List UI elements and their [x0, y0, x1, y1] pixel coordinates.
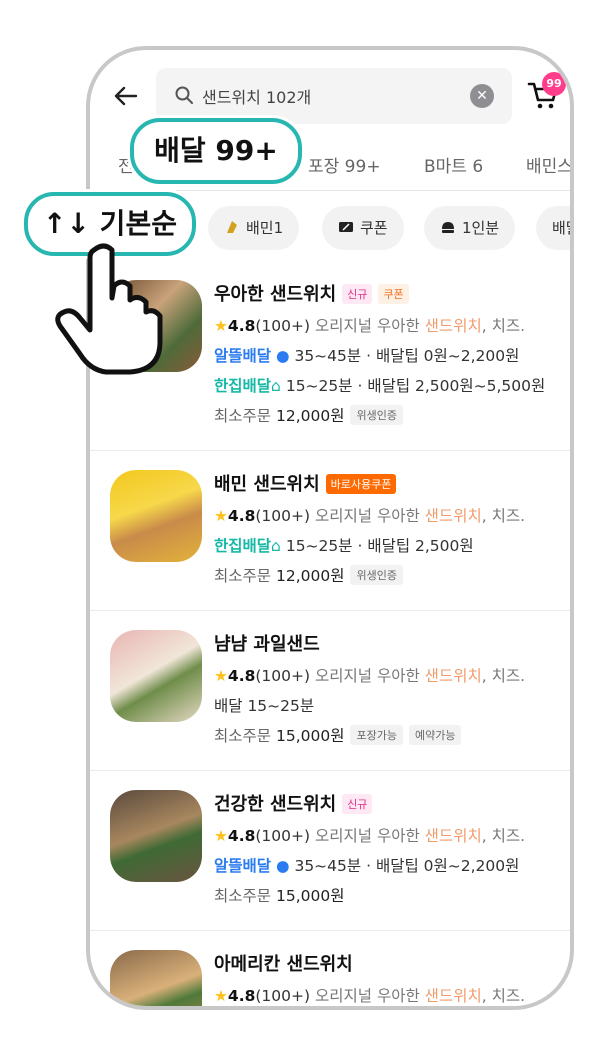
menu-desc-highlight: 샌드위치 [424, 667, 482, 685]
delivery-time: 35~45분 [294, 347, 362, 365]
menu-desc: , 치즈. [481, 317, 526, 335]
hygiene-badge: 위생인증 [350, 405, 403, 425]
delivery-tip: 배달팁 2,500원 [367, 537, 474, 555]
min-order-label: 최소주문 [214, 887, 272, 905]
rating: 4.8 [227, 317, 256, 335]
store-thumbnail [110, 470, 202, 562]
menu-desc: 오리지널 우아한 [314, 317, 425, 335]
store-thumbnail [110, 950, 202, 1006]
delivery-tab-callout[interactable]: 배달 99+ [130, 118, 302, 184]
store-list-item[interactable]: 배민 샌드위치 바로사용쿠폰 ★4.8(100+) 오리지널 우아한 샌드위치, … [90, 450, 570, 611]
review-count: (100+) [255, 507, 311, 525]
star-icon: ★ [214, 987, 228, 1005]
store-list-item[interactable]: 냠냠 과일샌드 ★4.8(100+) 오리지널 우아한 샌드위치, 치즈. 배달… [90, 610, 570, 771]
star-icon: ★ [214, 507, 228, 525]
star-icon: ★ [214, 827, 228, 845]
menu-desc: 오리지널 우아한 [314, 827, 425, 845]
alttl-icon: ● [275, 857, 290, 875]
menu-desc: , 치즈. [481, 667, 526, 685]
delivery-time: 35~45분 [294, 857, 362, 875]
min-order-value: 12,000원 [275, 567, 345, 585]
new-tag: 신규 [342, 284, 373, 304]
chip-label: 배민1 [246, 219, 284, 237]
min-order-label: 최소주문 [214, 727, 272, 745]
store-name: 냠냠 과일샌드 [214, 634, 320, 655]
chip-label: 쿠폰 [360, 219, 388, 237]
filter-chip-delivery[interactable]: 배달 [536, 206, 570, 250]
menu-desc: 오리지널 우아한 [314, 667, 425, 685]
hanjib-icon: ⌂ [271, 537, 281, 555]
phone-frame: 샌드위치 102개 ✕ 99 전 포장 99+ B마트 6 배민스 배민1 쿠폰… [86, 46, 574, 1010]
chip-label: 1인분 [462, 219, 500, 237]
tab-bmart[interactable]: B마트 6 [424, 152, 483, 177]
store-list-item[interactable]: 아메리칸 샌드위치 ★4.8(100+) 오리지널 우아한 샌드위치, 치즈. [90, 930, 570, 1006]
store-name: 우아한 샌드위치 [214, 284, 337, 305]
arrow-left-icon[interactable] [112, 82, 140, 110]
store-name: 아메리칸 샌드위치 [214, 954, 353, 975]
min-order-value: 12,000원 [275, 407, 345, 425]
delivery-tip: 배달팁 0원~2,200원 [375, 857, 520, 875]
rating: 4.8 [227, 667, 256, 685]
alttl-delivery-label: 알뜰배달 [214, 857, 272, 875]
coupon-tag: 쿠폰 [378, 284, 409, 304]
filter-chip-baemin1[interactable]: 배민1 [208, 206, 300, 250]
min-order-label: 최소주문 [214, 407, 272, 425]
delivery-time: 배달 15~25분 [214, 697, 315, 715]
reservation-badge: 예약가능 [408, 725, 462, 745]
alttl-delivery-label: 알뜰배달 [214, 347, 272, 365]
star-icon: ★ [214, 317, 228, 335]
filter-chip-coupon[interactable]: 쿠폰 [322, 206, 404, 250]
menu-desc-highlight: 샌드위치 [424, 317, 482, 335]
search-icon [175, 86, 193, 104]
delivery-tip: 배달팁 0원~2,200원 [375, 347, 520, 365]
baemin1-icon [227, 221, 237, 233]
search-input[interactable]: 샌드위치 102개 ✕ [156, 68, 512, 124]
filter-chip-single-portion[interactable]: 1인분 [424, 206, 516, 250]
clear-icon[interactable]: ✕ [470, 84, 494, 108]
review-count: (100+) [255, 987, 311, 1005]
new-tag: 신규 [342, 794, 373, 814]
menu-desc: , 치즈. [481, 827, 526, 845]
review-count: (100+) [255, 317, 311, 335]
pointing-hand-icon [55, 243, 163, 375]
menu-desc: , 치즈. [481, 987, 526, 1005]
cart-badge: 99 [542, 72, 566, 96]
hygiene-badge: 위생인증 [350, 565, 403, 585]
hanjib-delivery-label: 한집배달 [214, 537, 272, 555]
min-order-label: 최소주문 [214, 567, 272, 585]
review-count: (100+) [255, 667, 311, 685]
menu-desc-highlight: 샌드위치 [424, 827, 482, 845]
menu-desc-highlight: 샌드위치 [424, 507, 482, 525]
store-thumbnail [110, 790, 202, 882]
store-thumbnail [110, 630, 202, 722]
single-portion-icon [442, 222, 454, 233]
tab-pickup[interactable]: 포장 99+ [308, 152, 381, 177]
menu-desc: 오리지널 우아한 [314, 507, 425, 525]
delivery-time: 15~25분 [285, 377, 353, 395]
hanjib-icon: ⌂ [271, 377, 281, 395]
tab-baemin-store[interactable]: 배민스 [526, 152, 570, 177]
chip-label: 배달 [552, 219, 570, 237]
delivery-time: 15~25분 [285, 537, 353, 555]
store-list-item[interactable]: 건강한 샌드위치 신규 ★4.8(100+) 오리지널 우아한 샌드위치, 치즈.… [90, 770, 570, 931]
search-query: 샌드위치 102개 [202, 88, 312, 107]
min-order-value: 15,000원 [275, 727, 345, 745]
rating: 4.8 [227, 987, 256, 1005]
instant-coupon-tag: 바로사용쿠폰 [325, 474, 397, 494]
min-order-value: 15,000원 [275, 887, 345, 905]
hanjib-delivery-label: 한집배달 [214, 377, 272, 395]
alttl-icon: ● [275, 347, 290, 365]
menu-desc: , 치즈. [481, 507, 526, 525]
delivery-tip: 배달팁 2,500원~5,500원 [367, 377, 546, 395]
star-icon: ★ [214, 667, 228, 685]
menu-desc-highlight: 샌드위치 [424, 987, 482, 1005]
store-name: 배민 샌드위치 [214, 474, 320, 495]
menu-desc: 오리지널 우아한 [314, 987, 425, 1005]
store-name: 건강한 샌드위치 [214, 794, 337, 815]
review-count: (100+) [255, 827, 311, 845]
pickup-badge: 포장가능 [350, 725, 403, 745]
rating: 4.8 [227, 827, 256, 845]
coupon-icon [339, 222, 353, 232]
rating: 4.8 [227, 507, 256, 525]
